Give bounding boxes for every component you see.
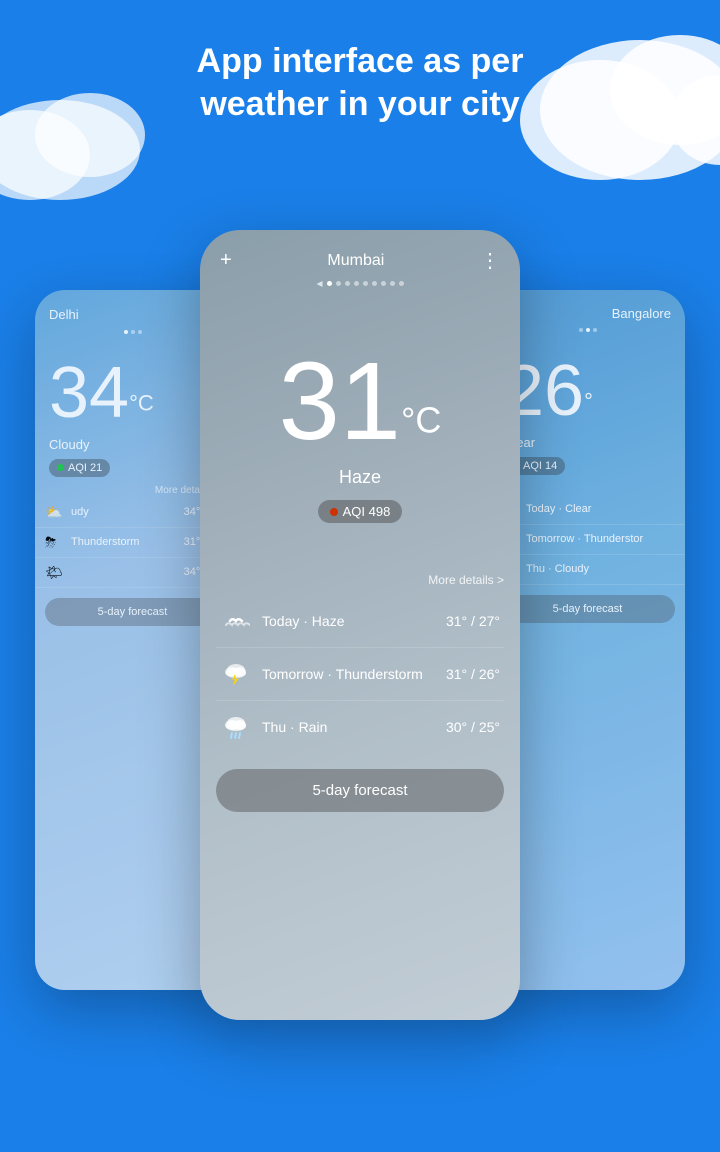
mumbai-dot-2 [336, 281, 341, 286]
delhi-city-name: Delhi [49, 307, 79, 322]
mumbai-forecast-icon-3 [220, 711, 252, 743]
delhi-forecast-icon-2: ⛈ [45, 534, 65, 551]
mumbai-dot-9 [399, 281, 404, 286]
delhi-dot-1 [124, 330, 128, 334]
delhi-dot-3 [138, 330, 142, 334]
mumbai-forecast-label-1: Today · Haze [262, 613, 446, 629]
bangalore-unit: ° [584, 389, 593, 414]
mumbai-forecast-icon-2 [220, 658, 252, 690]
mumbai-forecast-temp-1: 31° / 27° [446, 613, 500, 629]
mumbai-unit: °C [401, 400, 441, 441]
header-line2: weather in your city [0, 83, 720, 126]
mumbai-aqi-dot [330, 508, 338, 516]
mumbai-add-btn[interactable]: + [220, 249, 232, 272]
mumbai-dot-5 [363, 281, 368, 286]
mumbai-aqi-badge: AQI 498 [318, 500, 403, 523]
delhi-unit: °C [129, 391, 154, 416]
delhi-forecast-label-2: Thunderstorm [71, 536, 184, 548]
mumbai-dot-4 [354, 281, 359, 286]
bangalore-dot-3 [593, 328, 597, 332]
mumbai-temp-main: 31°C [200, 347, 520, 457]
delhi-temperature: 34 [49, 353, 129, 433]
delhi-forecast-icon-3: 🌤 [45, 564, 65, 581]
delhi-aqi-dot [57, 464, 64, 471]
mumbai-forecast-row-1: Today · Haze 31° / 27° [216, 595, 504, 648]
bangalore-five-day-btn[interactable]: 5-day forecast [500, 595, 675, 623]
phone-mumbai: + Mumbai ⋮ 31°C Haze AQI 498 [200, 230, 520, 1020]
bangalore-dot-1 [579, 328, 583, 332]
mumbai-top-bar: + Mumbai ⋮ [200, 230, 520, 281]
mumbai-forecast-icon-1 [220, 605, 252, 637]
mumbai-aqi-center: AQI 498 [200, 500, 520, 543]
mumbai-forecast-temp-3: 30° / 25° [446, 719, 500, 735]
mumbai-more-details-row: More details > [216, 573, 504, 587]
mumbai-aqi-label: AQI 498 [343, 504, 391, 519]
header-line1: App interface as per [0, 40, 720, 83]
mumbai-forecast-section: More details > Today · Haze 31° / 27° [216, 573, 504, 753]
delhi-forecast-icon-1: ⛅ [45, 504, 65, 521]
mumbai-forecast-temp-2: 31° / 26° [446, 666, 500, 682]
mumbai-condition: Haze [200, 467, 520, 488]
bangalore-forecast-label-1: Today · Clear [526, 503, 675, 515]
mumbai-forecast-row-2: Tomorrow · Thunderstorm 31° / 26° [216, 648, 504, 701]
mumbai-forecast-row-3: Thu · Rain 30° / 25° [216, 701, 504, 753]
mumbai-more-details-link[interactable]: More details > [428, 573, 504, 587]
mumbai-dot-1 [327, 281, 332, 286]
delhi-five-day-btn[interactable]: 5-day forecast [45, 598, 220, 626]
mumbai-forecast-label-3: Thu · Rain [262, 719, 446, 735]
mumbai-dot-7 [381, 281, 386, 286]
mumbai-dot-6 [372, 281, 377, 286]
mumbai-dot-8 [390, 281, 395, 286]
mumbai-five-day-btn[interactable]: 5-day forecast [216, 769, 504, 812]
mumbai-temperature: 31 [279, 340, 401, 463]
bangalore-forecast-label-2: Tomorrow · Thunderstor [526, 533, 675, 545]
delhi-dot-2 [131, 330, 135, 334]
mumbai-more-btn[interactable]: ⋮ [480, 248, 500, 273]
delhi-aqi-label: AQI 21 [68, 462, 102, 474]
bangalore-aqi-label: AQI 14 [523, 460, 557, 472]
bangalore-forecast-label-3: Thu · Cloudy [526, 563, 675, 575]
bangalore-dot-2 [586, 328, 590, 332]
bangalore-city-name: Bangalore [612, 306, 671, 321]
mumbai-city-name: Mumbai [327, 252, 384, 270]
phones-container: Delhi ⋮ 34°C Cloudy AQI 21 More details … [0, 230, 720, 1020]
mumbai-dot-3 [345, 281, 350, 286]
page-header: App interface as per weather in your cit… [0, 40, 720, 125]
mumbai-dot-nav-arrow [317, 281, 323, 287]
delhi-aqi-badge: AQI 21 [49, 459, 110, 477]
delhi-forecast-label-1: udy [71, 506, 184, 518]
mumbai-forecast-label-2: Tomorrow · Thunderstorm [262, 666, 446, 682]
mumbai-dots [200, 281, 520, 287]
